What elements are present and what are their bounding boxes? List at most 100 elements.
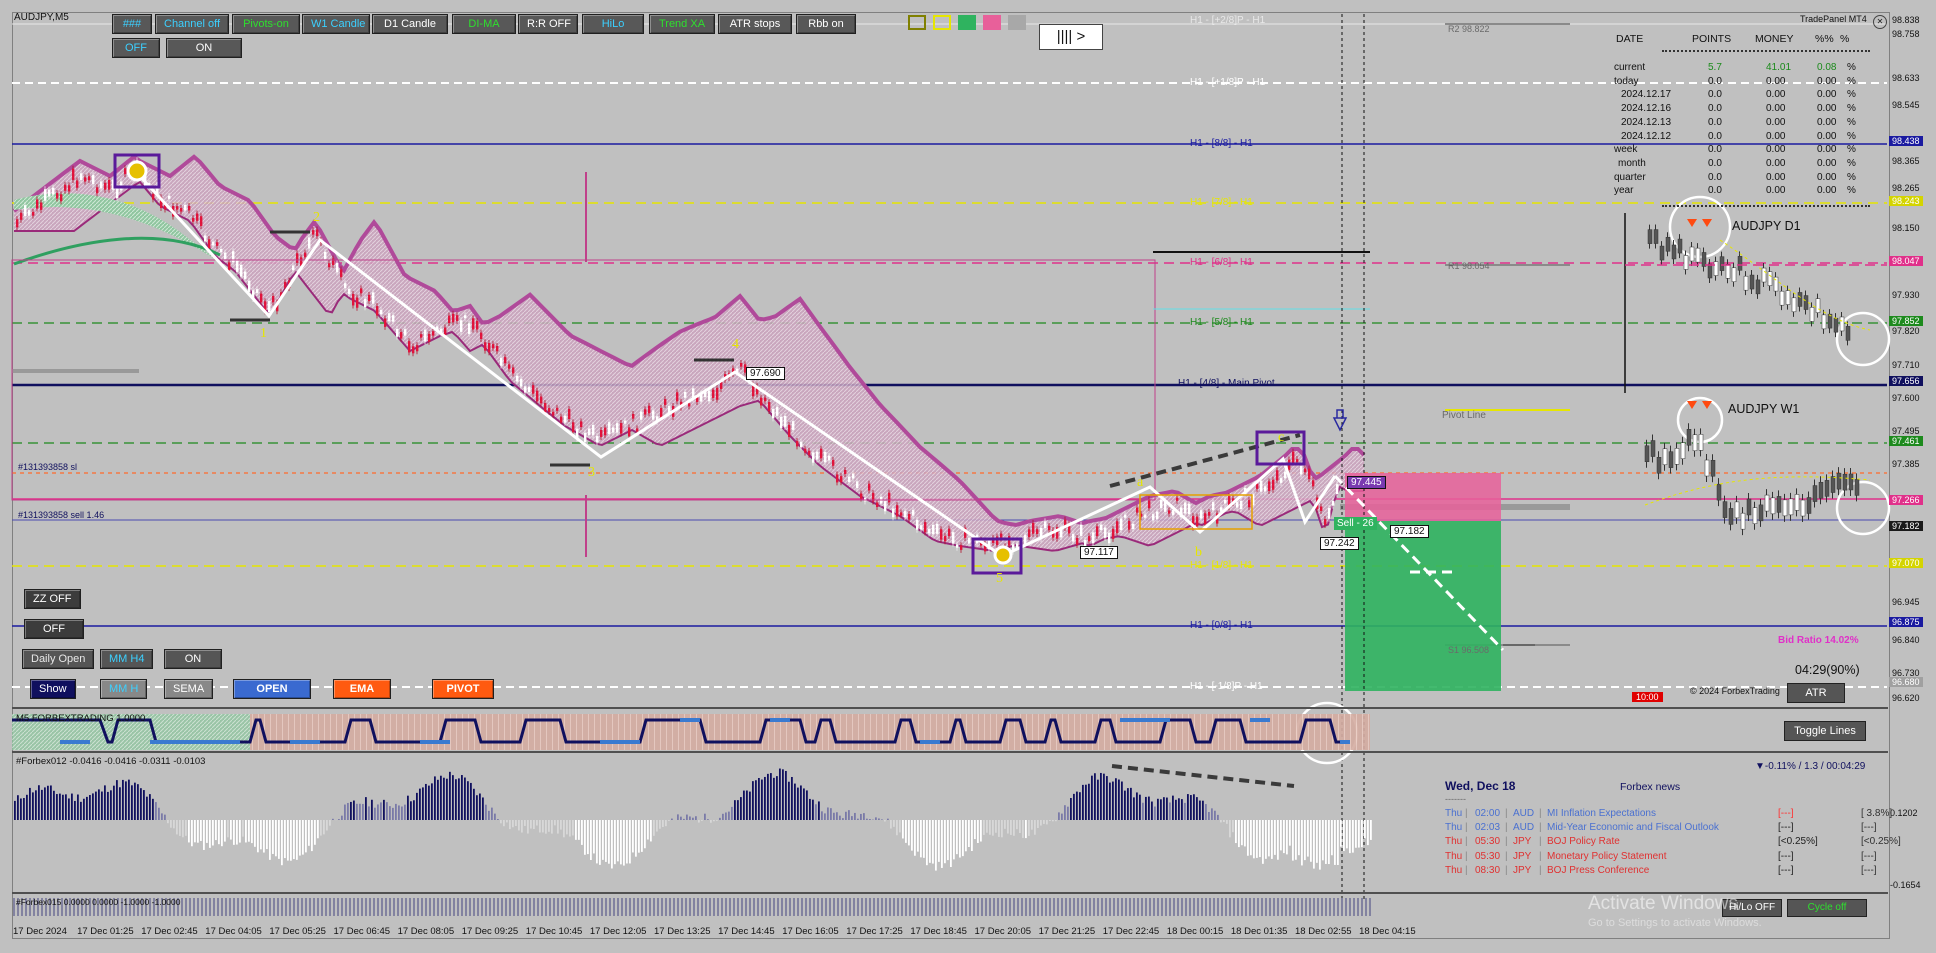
news-fc: [---] (1778, 822, 1794, 834)
toolbar-button-5[interactable]: DI-MA (452, 14, 516, 34)
candle-body (332, 258, 335, 265)
news-cur: JPY (1513, 836, 1532, 848)
mini-chart-d1-label: AUDJPY D1 (1732, 219, 1801, 233)
candle-body (632, 413, 635, 419)
news-divider: | (1505, 850, 1508, 862)
candle-body (184, 204, 187, 211)
mini-w1-candle (1848, 473, 1854, 491)
candle-body (1028, 529, 1031, 538)
toolbar-button-2[interactable]: Pivots-on (232, 14, 300, 34)
toolbar-button-7[interactable]: HiLo (582, 14, 644, 34)
stats-cell-pct: 0.00 (1817, 185, 1837, 197)
candle-body (208, 239, 211, 249)
news-cur: JPY (1513, 850, 1532, 862)
level-bar-left (12, 369, 139, 373)
navigation-button[interactable]: |||| > (1039, 24, 1103, 50)
price-axis-label: 96.945 (1892, 597, 1920, 607)
mini-w1-candle (1710, 459, 1716, 477)
ema-button[interactable]: EMA (333, 679, 391, 699)
zz-off-label: ZZ OFF (33, 593, 72, 605)
stats-header: %% (1815, 33, 1834, 45)
price-axis-label: 98.545 (1892, 100, 1920, 110)
show-button[interactable]: Show (30, 679, 76, 699)
toolbar2-button-1[interactable]: ON (166, 38, 242, 58)
candle-body (612, 427, 615, 433)
mini-w1-candle (1764, 494, 1770, 512)
on-button[interactable]: ON (164, 649, 222, 669)
sell-order-tag[interactable]: Sell - 26 (1334, 517, 1377, 530)
cycle-off-button[interactable]: Cycle off (1787, 899, 1867, 917)
stats-cell-money: 0.00 (1766, 75, 1786, 87)
candle-body (116, 187, 119, 199)
mini-w1-candle (1698, 434, 1704, 451)
news-event: BOJ Policy Rate (1547, 836, 1620, 848)
toolbar-button-8[interactable]: Trend XA (649, 14, 715, 34)
mini-w1-candle (1704, 459, 1710, 477)
time-axis-label: 17 Dec 18:45 (910, 926, 967, 937)
target-icon-bottom (993, 545, 1013, 565)
candle-body (780, 416, 783, 428)
mini-w1-candle (1752, 507, 1758, 524)
toolbar-button-10[interactable]: Rbb on (796, 14, 856, 34)
toggle-lines-button[interactable]: Toggle Lines (1784, 721, 1866, 741)
candle-body (1168, 510, 1171, 514)
color-swatch-gray[interactable] (1008, 15, 1026, 30)
color-swatch-yellow[interactable] (933, 15, 951, 30)
pivot-button[interactable]: PIVOT (432, 679, 494, 699)
mini-w1-candle (1800, 499, 1806, 517)
candle-body (1204, 513, 1207, 525)
toolbar-button-0[interactable]: ### (112, 14, 152, 34)
news-day: Thu (1445, 864, 1463, 876)
stats-cell-pct: 0.00 (1817, 157, 1837, 169)
candle-body (788, 425, 791, 437)
candle-body (404, 329, 407, 336)
mini-w1-candle (1722, 501, 1728, 518)
zz-off-button[interactable]: ZZ OFF (24, 589, 81, 609)
daily-open-button[interactable]: Daily Open (22, 649, 95, 669)
news-time: 08:30 (1475, 864, 1501, 876)
mini-d1-candle (1797, 292, 1803, 307)
mm-h4-button[interactable]: MM H4 (100, 649, 154, 669)
stats-cell-points: 0.0 (1708, 157, 1722, 169)
toolbar-button-4[interactable]: D1 Candle (372, 14, 448, 34)
mini-w1-candle (1842, 473, 1848, 491)
price-axis-label: 97.656 (1889, 376, 1923, 386)
price-axis-label: 98.633 (1892, 73, 1920, 83)
open-button[interactable]: OPEN (233, 679, 311, 699)
color-swatch-olive[interactable] (908, 15, 926, 30)
candle-body (948, 528, 951, 537)
copyright: © 2024 ForbexTrading (1690, 686, 1780, 696)
candle-body (60, 194, 63, 202)
stats-header: POINTS (1692, 33, 1732, 45)
candle-body (24, 205, 27, 217)
toolbar-button-3[interactable]: W1 Candle (302, 14, 370, 34)
time-axis-label: 17 Dec 01:25 (77, 926, 134, 937)
toolbar2-button-0[interactable]: OFF (112, 38, 160, 58)
color-swatch-green[interactable] (958, 15, 976, 30)
price-axis-label: 98.243 (1889, 196, 1923, 206)
color-swatch-pink[interactable] (983, 15, 1001, 30)
stats-cell-points: 5.7 (1708, 62, 1722, 73)
candle-body (312, 230, 315, 235)
toolbar-button-9[interactable]: ATR stops (718, 14, 792, 34)
atr-button[interactable]: ATR (1787, 683, 1845, 703)
candle-body (1200, 510, 1203, 519)
mini-w1-candle (1650, 440, 1656, 457)
toolbar-button-1[interactable]: Channel off (155, 14, 229, 34)
mm-h-button[interactable]: MM H (100, 679, 148, 699)
sema-button[interactable]: SEMA (164, 679, 214, 699)
candle-body (1072, 534, 1075, 542)
time-axis-label: 18 Dec 01:35 (1230, 926, 1288, 937)
candle-body (1304, 468, 1307, 473)
candle-body (912, 509, 915, 516)
ma-band-fill (14, 156, 1364, 551)
candle-body (124, 168, 127, 175)
news-fc: [---] (1778, 808, 1794, 819)
candle-body (1260, 480, 1263, 492)
toolbar-button-6[interactable]: R:R OFF (518, 14, 578, 34)
news-fc: [<0.25%] (1778, 836, 1818, 848)
close-icon[interactable]: ✕ (1873, 15, 1887, 29)
stats-cell-money: 0.00 (1766, 130, 1786, 142)
off-button[interactable]: OFF (24, 619, 84, 639)
candle-body (1328, 508, 1331, 519)
